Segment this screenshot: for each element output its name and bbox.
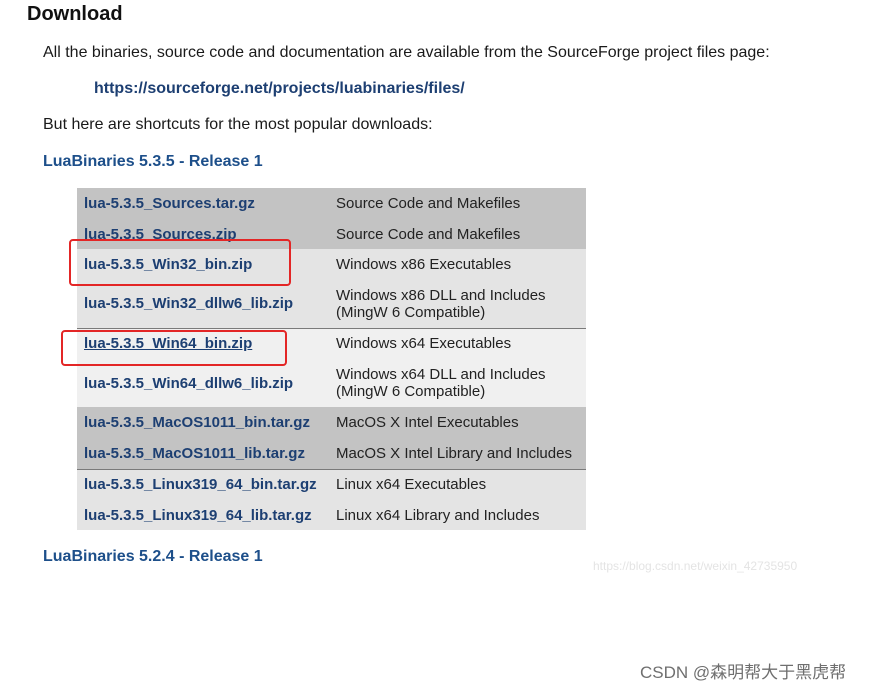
file-description: Source Code and Makefiles — [336, 195, 521, 212]
table-row: lua-5.3.5_Sources.zip Source Code and Ma… — [77, 219, 586, 249]
table-row: lua-5.3.5_Win64_bin.zip Windows x64 Exec… — [77, 327, 586, 359]
file-description-line: Windows x86 DLL and Includes — [336, 286, 546, 304]
sourceforge-files-link[interactable]: https://sourceforge.net/projects/luabina… — [94, 80, 465, 98]
table-row: lua-5.3.5_MacOS1011_bin.tar.gz MacOS X I… — [77, 407, 586, 438]
file-description: Windows x64 Executables — [330, 327, 586, 359]
shortcuts-text: But here are shortcuts for the most popu… — [43, 116, 433, 133]
downloads-table: lua-5.3.5_Sources.tar.gz Source Code and… — [77, 188, 586, 530]
file-description: Source Code and Makefiles — [336, 225, 521, 243]
file-link[interactable]: lua-5.3.5_Sources.zip — [84, 226, 237, 243]
table-row: lua-5.3.5_Linux319_64_bin.tar.gz Linux x… — [77, 468, 586, 500]
file-link[interactable]: lua-5.3.5_Sources.tar.gz — [84, 195, 255, 212]
file-link[interactable]: lua-5.3.5_MacOS1011_bin.tar.gz — [84, 414, 310, 431]
file-description-line: (MingW 6 Compatible) — [336, 303, 486, 321]
table-row: lua-5.3.5_Win64_dllw6_lib.zip Windows x6… — [77, 359, 586, 407]
file-link[interactable]: lua-5.3.5_Win64_bin.zip — [84, 335, 252, 352]
file-link[interactable]: lua-5.3.5_Win64_dllw6_lib.zip — [84, 375, 293, 392]
file-description-line: Windows x64 DLL and Includes — [336, 366, 546, 383]
release-5-3-5-link[interactable]: LuaBinaries 5.3.5 - Release 1 — [43, 153, 263, 171]
file-description: Linux x64 Executables — [330, 468, 586, 500]
blog-watermark: https://blog.csdn.net/weixin_42735950 — [593, 559, 798, 573]
file-link[interactable]: lua-5.3.5_Win32_dllw6_lib.zip — [84, 295, 293, 312]
intro-text: All the binaries, source code and docume… — [43, 44, 770, 61]
file-description: MacOS X Intel Executables — [336, 414, 519, 431]
table-row: lua-5.3.5_Win32_dllw6_lib.zip Windows x8… — [77, 280, 586, 328]
csdn-watermark: CSDN @森明帮大于黑虎帮 — [640, 663, 847, 682]
file-description: Windows x86 DLL and Includes (MingW 6 Co… — [330, 280, 586, 328]
release-5-2-4-link[interactable]: LuaBinaries 5.2.4 - Release 1 — [43, 548, 263, 566]
file-description: MacOS X Intel Library and Includes — [336, 444, 572, 462]
download-heading: Download — [27, 3, 123, 25]
file-description: Windows x86 Executables — [336, 256, 512, 273]
file-link[interactable]: lua-5.3.5_MacOS1011_lib.tar.gz — [84, 445, 305, 462]
table-row: lua-5.3.5_Win32_bin.zip Windows x86 Exec… — [77, 249, 586, 280]
file-link[interactable]: lua-5.3.5_Win32_bin.zip — [84, 256, 252, 273]
file-description-line: (MingW 6 Compatible) — [336, 383, 486, 400]
table-row: lua-5.3.5_Sources.tar.gz Source Code and… — [77, 188, 586, 219]
table-row: lua-5.3.5_Linux319_64_lib.tar.gz Linux x… — [77, 500, 586, 530]
file-description: Windows x64 DLL and Includes (MingW 6 Co… — [330, 359, 586, 407]
file-link[interactable]: lua-5.3.5_Linux319_64_bin.tar.gz — [84, 476, 317, 493]
file-description: Linux x64 Library and Includes — [336, 506, 540, 524]
table-row: lua-5.3.5_MacOS1011_lib.tar.gz MacOS X I… — [77, 438, 586, 469]
file-link[interactable]: lua-5.3.5_Linux319_64_lib.tar.gz — [84, 507, 312, 524]
